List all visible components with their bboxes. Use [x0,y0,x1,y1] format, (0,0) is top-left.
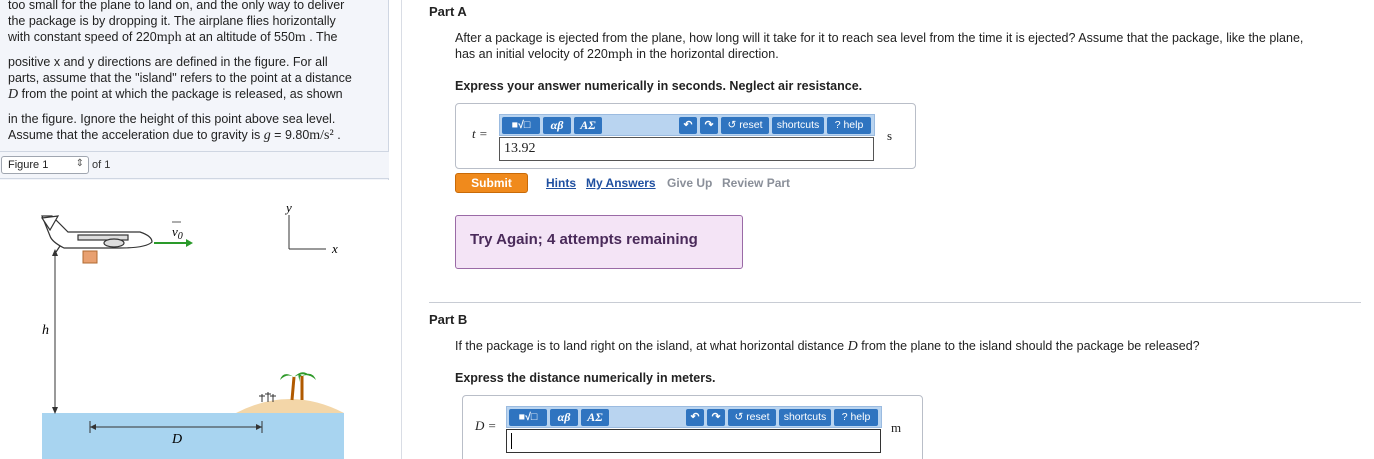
x-axis-label: x [331,241,338,256]
intro-line: Assume that the acceleration due to grav… [8,128,341,143]
intro-line: positive x and y directions are defined … [8,55,328,69]
review-part-link[interactable]: Review Part [722,176,790,190]
intro-line: parts, assume that the "island" refers t… [8,71,352,85]
part-b-question: If the package is to land right on the i… [455,339,1200,354]
airplane-icon [40,215,153,253]
part-a-title: Part A [429,4,467,19]
package [82,250,98,264]
figure-count: of 1 [92,159,111,171]
templates-button[interactable]: ■√□ [509,409,547,426]
redo-icon[interactable]: ↷ [700,117,718,134]
intro-line: the package is by dropping it. The airpl… [8,14,336,28]
figure-select[interactable]: Figure 1 ⇕ [1,156,89,174]
sea [42,413,344,459]
part-a-question: After a package is ejected from the plan… [455,31,1304,62]
panel-divider [401,0,402,459]
math-toolbar: ■√□ αβ ΑΣ ↶ ↷ ↺ reset shortcuts ? help [499,114,875,136]
island [236,399,344,413]
undo-icon[interactable]: ↶ [686,409,704,426]
select-arrow-icon: ⇕ [75,158,84,169]
height-label: h [42,323,49,338]
submit-button[interactable]: Submit [455,173,528,193]
symbols-button[interactable]: ΑΣ [581,409,609,426]
y-axis-label: y [284,200,292,215]
intro-line: with constant speed of 220mph at an alti… [8,30,338,45]
reset-button[interactable]: ↺ reset [721,117,769,134]
part-a-answer-box: t = ■√□ αβ ΑΣ ↶ ↷ ↺ reset shortcuts ? he… [455,103,916,169]
help-button[interactable]: ? help [827,117,871,134]
problem-intro: too small for the plane to land on, and … [8,0,380,144]
answer-variable-label: D = [475,418,497,433]
greek-button[interactable]: αβ [543,117,571,134]
greek-button[interactable]: αβ [550,409,578,426]
shortcuts-button[interactable]: shortcuts [772,117,824,134]
help-button[interactable]: ? help [834,409,878,426]
answer-variable-label: t = [472,126,488,141]
answer-input[interactable] [506,429,881,453]
velocity-arrowhead-icon [186,239,193,247]
intro-line: D from the point at which the package is… [8,87,343,102]
hints-link[interactable]: Hints [546,176,576,190]
shortcuts-button[interactable]: shortcuts [779,409,831,426]
reset-button[interactable]: ↺ reset [728,409,776,426]
text-caret [511,433,512,449]
symbols-button[interactable]: ΑΣ [574,117,602,134]
undo-icon[interactable]: ↶ [679,117,697,134]
give-up-link[interactable]: Give Up [667,176,712,190]
redo-icon[interactable]: ↷ [707,409,725,426]
part-a-instruction: Express your answer numerically in secon… [455,79,863,93]
problem-panel: too small for the plane to land on, and … [0,0,389,459]
answer-input[interactable]: 13.92 [499,137,874,161]
v0-label: v0 [172,224,183,242]
intro-line: too small for the plane to land on, and … [8,0,345,12]
distance-label: D [171,432,182,447]
part-b-answer-box: D = ■√□ αβ ΑΣ ↶ ↷ ↺ reset shortcuts ? he… [462,395,923,459]
feedback-message: Try Again; 4 attempts remaining [455,215,743,269]
part-b-title: Part B [429,312,468,327]
people-icon [259,392,276,402]
templates-button[interactable]: ■√□ [502,117,540,134]
answer-unit: m [891,420,902,435]
palm-tree-icon [290,376,304,401]
math-toolbar: ■√□ αβ ΑΣ ↶ ↷ ↺ reset shortcuts ? help [506,406,882,428]
part-separator [429,302,1361,303]
answer-unit: s [887,128,893,143]
height-arrow-bottom-icon [52,407,58,414]
intro-line: in the figure. Ignore the height of this… [8,112,336,126]
figure: v0 y x h D [0,180,389,459]
palm-leaves-icon [280,372,316,382]
figure-bar: Figure 1 ⇕ of 1 [0,151,389,179]
figure-diagram: v0 y x h D [40,200,344,459]
my-answers-link[interactable]: My Answers [586,176,656,190]
part-b-instruction: Express the distance numerically in mete… [455,371,716,385]
